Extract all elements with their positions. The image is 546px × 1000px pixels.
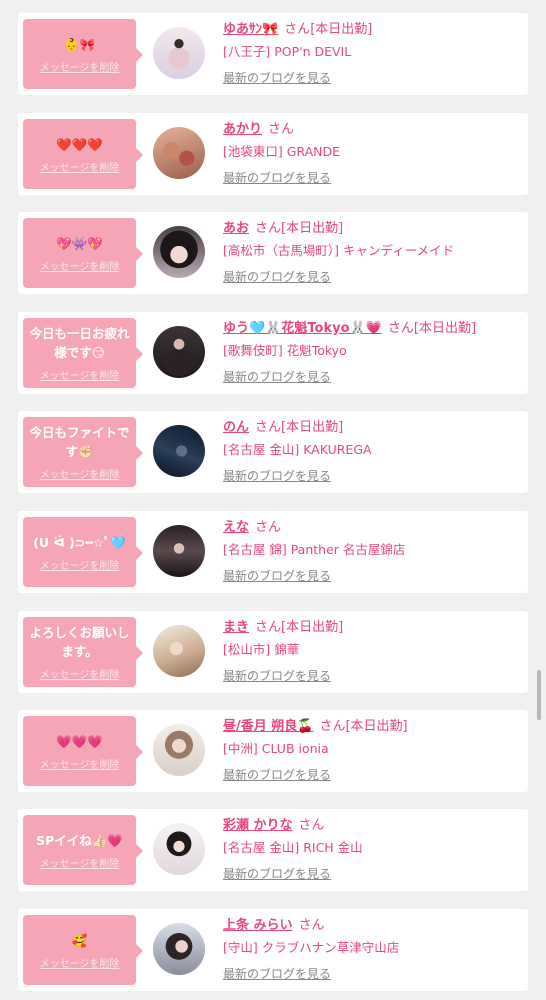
avatar[interactable] xyxy=(153,923,205,975)
latest-blog-link[interactable]: 最新のブログを見る xyxy=(223,667,331,685)
message-bubble: 💗💗💗 メッセージを削除 xyxy=(23,716,143,786)
avatar[interactable] xyxy=(153,525,205,577)
cast-name-link[interactable]: 昼/香月 朔良🍒 xyxy=(223,719,313,734)
list-item: (U ᐛ )⊃━☆ﾟ🩵 メッセージを削除 えな さん [名古屋 錦] Panthe… xyxy=(18,511,528,593)
honorific: さん xyxy=(255,520,282,535)
avatar[interactable] xyxy=(153,127,205,179)
latest-blog-link[interactable]: 最新のブログを見る xyxy=(223,368,331,386)
latest-blog-link[interactable]: 最新のブログを見る xyxy=(223,69,331,87)
shift-status: [本日出勤] xyxy=(281,620,344,635)
avatar[interactable] xyxy=(153,625,205,677)
message-text: 🥰 xyxy=(71,932,88,948)
message-text: 👶🎀 xyxy=(63,36,96,52)
list-item: ❤️❤️❤️ メッセージを削除 あかり さん [池袋東口] GRANDE 最新のブ… xyxy=(18,113,528,195)
cast-name-link[interactable]: えな xyxy=(223,520,249,535)
cast-name-link[interactable]: あお xyxy=(223,221,249,236)
shop-name: [高松市（古馬場町）] キャンディーメイド xyxy=(223,243,455,258)
message-bubble: 👶🎀 メッセージを削除 xyxy=(23,19,143,89)
scrollbar[interactable] xyxy=(537,670,541,720)
message-bubble: (U ᐛ )⊃━☆ﾟ🩵 メッセージを削除 xyxy=(23,517,143,587)
message-bubble: 🥰 メッセージを削除 xyxy=(23,915,143,985)
delete-message-link[interactable]: メッセージを削除 xyxy=(40,955,120,970)
message-bubble: SPイイね👍🏻💗 メッセージを削除 xyxy=(23,815,143,885)
latest-blog-link[interactable]: 最新のブログを見る xyxy=(223,865,331,883)
shop-name: [名古屋 錦] Panther 名古屋錦店 xyxy=(223,542,406,557)
honorific: さん xyxy=(387,321,414,336)
shop-name: [松山市] 錦華 xyxy=(223,642,300,657)
delete-message-link[interactable]: メッセージを削除 xyxy=(40,666,120,681)
cast-name-link[interactable]: ゆう🩵🐰花魁Tokyo🐰💗 xyxy=(223,321,382,336)
shop-name: [池袋東口] GRANDE xyxy=(223,144,341,159)
message-bubble: 今日もファイトです✊🏻 メッセージを削除 xyxy=(23,417,143,487)
message-bubble: 今日も一日お疲れ様です😏 メッセージを削除 xyxy=(23,318,143,388)
shift-status: [本日出勤] xyxy=(345,719,408,734)
honorific: さん xyxy=(284,22,311,37)
shift-status: [本日出勤] xyxy=(310,22,373,37)
message-text: 今日もファイトです✊🏻 xyxy=(29,425,130,459)
list-item: よろしくお願いします。 メッセージを削除 まき さん[本日出勤] [松山市] 錦華… xyxy=(18,611,528,693)
shop-name: [名古屋 金山] RICH 金山 xyxy=(223,840,363,855)
list-item: 🥰 メッセージを削除 上条 みらい さん [守山] クラブハナン草津守山店 最新の… xyxy=(18,909,528,991)
delete-message-link[interactable]: メッセージを削除 xyxy=(40,367,120,382)
cast-name-link[interactable]: まき xyxy=(223,620,249,635)
latest-blog-link[interactable]: 最新のブログを見る xyxy=(223,766,331,784)
list-item: 今日も一日お疲れ様です😏 メッセージを削除 ゆう🩵🐰花魁Tokyo🐰💗 さん[本日… xyxy=(18,312,528,394)
message-text: 今日も一日お疲れ様です😏 xyxy=(29,326,130,360)
latest-blog-link[interactable]: 最新のブログを見る xyxy=(223,567,331,585)
honorific: さん xyxy=(255,221,282,236)
avatar[interactable] xyxy=(153,724,205,776)
cast-name-link[interactable]: 彩瀬 かりな xyxy=(223,818,293,833)
delete-message-link[interactable]: メッセージを削除 xyxy=(40,557,120,572)
list-item: 💗💗💗 メッセージを削除 昼/香月 朔良🍒 さん[本日出勤] [中洲] CLUB … xyxy=(18,710,528,792)
honorific: さん xyxy=(298,918,325,933)
delete-message-link[interactable]: メッセージを削除 xyxy=(40,466,120,481)
honorific: さん xyxy=(319,719,346,734)
message-bubble: 💖👾💖 メッセージを削除 xyxy=(23,218,143,288)
honorific: さん xyxy=(268,122,295,137)
shop-name: [守山] クラブハナン草津守山店 xyxy=(223,940,400,955)
cast-name-link[interactable]: あかり xyxy=(223,122,262,137)
message-bubble: ❤️❤️❤️ メッセージを削除 xyxy=(23,119,143,189)
delete-message-link[interactable]: メッセージを削除 xyxy=(40,258,120,273)
message-text: SPイイね👍🏻💗 xyxy=(36,832,123,848)
message-text: ❤️❤️❤️ xyxy=(56,136,103,152)
latest-blog-link[interactable]: 最新のブログを見る xyxy=(223,169,331,187)
honorific: さん xyxy=(255,420,282,435)
latest-blog-link[interactable]: 最新のブログを見る xyxy=(223,268,331,286)
cast-name-link[interactable]: ゆあｻﾝ🎀 xyxy=(223,22,278,37)
avatar[interactable] xyxy=(153,425,205,477)
shift-status: [本日出勤] xyxy=(281,221,344,236)
message-bubble: よろしくお願いします。 メッセージを削除 xyxy=(23,617,143,687)
delete-message-link[interactable]: メッセージを削除 xyxy=(40,59,120,74)
shift-status: [本日出勤] xyxy=(413,321,477,336)
honorific: さん xyxy=(298,818,325,833)
message-text: 💗💗💗 xyxy=(56,733,103,749)
shift-status: [本日出勤] xyxy=(281,420,344,435)
avatar[interactable] xyxy=(153,326,205,378)
message-text: よろしくお願いします。 xyxy=(29,625,130,659)
list-item: SPイイね👍🏻💗 メッセージを削除 彩瀬 かりな さん [名古屋 金山] RICH… xyxy=(18,809,528,891)
shop-name: [歌舞伎町] 花魁Tokyo xyxy=(223,343,347,358)
message-text: (U ᐛ )⊃━☆ﾟ🩵 xyxy=(33,534,126,550)
shop-name: [中洲] CLUB ionia xyxy=(223,741,329,756)
message-text: 💖👾💖 xyxy=(56,235,103,251)
delete-message-link[interactable]: メッセージを削除 xyxy=(40,159,120,174)
delete-message-link[interactable]: メッセージを削除 xyxy=(40,855,120,870)
list-item: 👶🎀 メッセージを削除 ゆあｻﾝ🎀 さん[本日出勤] [八王子] POP'n DE… xyxy=(18,13,528,95)
latest-blog-link[interactable]: 最新のブログを見る xyxy=(223,965,331,983)
shop-name: [名古屋 金山] KAKUREGA xyxy=(223,442,372,457)
list-item: 今日もファイトです✊🏻 メッセージを削除 のん さん[本日出勤] [名古屋 金山]… xyxy=(18,411,528,493)
cast-name-link[interactable]: のん xyxy=(223,420,249,435)
avatar[interactable] xyxy=(153,823,205,875)
list-item: 💖👾💖 メッセージを削除 あお さん[本日出勤] [高松市（古馬場町）] キャンデ… xyxy=(18,212,528,294)
avatar[interactable] xyxy=(153,226,205,278)
avatar[interactable] xyxy=(153,27,205,79)
cast-name-link[interactable]: 上条 みらい xyxy=(223,918,293,933)
honorific: さん xyxy=(255,620,282,635)
delete-message-link[interactable]: メッセージを削除 xyxy=(40,756,120,771)
shop-name: [八王子] POP'n DEVIL xyxy=(223,44,352,59)
latest-blog-link[interactable]: 最新のブログを見る xyxy=(223,467,331,485)
